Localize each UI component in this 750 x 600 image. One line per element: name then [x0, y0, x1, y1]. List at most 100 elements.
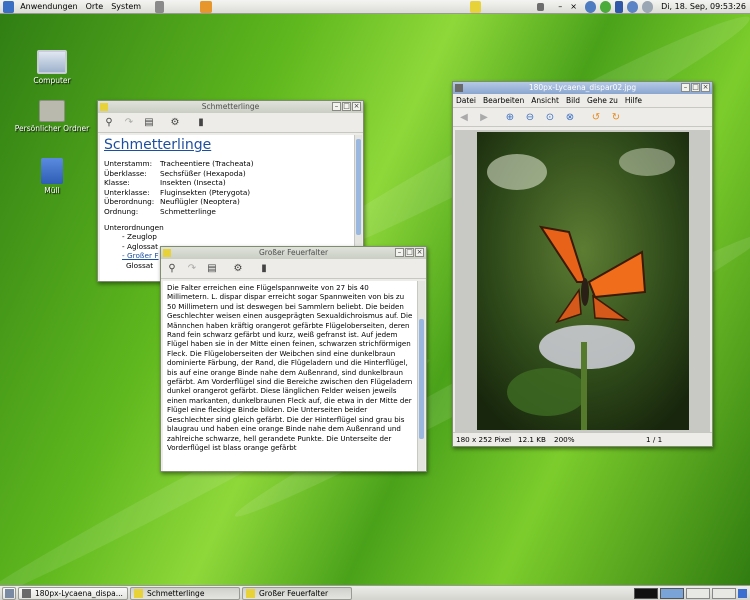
- clock[interactable]: Di, 18. Sep, 09:53:26: [657, 0, 750, 14]
- maximize-button[interactable]: □: [342, 102, 351, 111]
- sync-icon[interactable]: [626, 0, 638, 13]
- menu-bearbeiten[interactable]: Bearbeiten: [483, 96, 524, 105]
- task-label: 180px-Lycaena_dispa...: [35, 588, 123, 598]
- redo-icon[interactable]: ↷: [122, 116, 136, 130]
- task-label: Großer Feuerfalter: [259, 588, 329, 598]
- notes-icon: [134, 588, 143, 598]
- minimize-button[interactable]: –: [332, 102, 341, 111]
- attach-icon[interactable]: ⚙: [168, 116, 182, 130]
- taxonomy-row: Klasse: Insekten (Insecta): [104, 178, 358, 188]
- workspace-switcher-1[interactable]: [634, 587, 658, 599]
- launcher-icon[interactable]: [200, 0, 212, 13]
- titlebar[interactable]: Großer Feuerfalter – □ ×: [161, 247, 426, 259]
- update-icon[interactable]: [600, 0, 612, 13]
- minimize-button[interactable]: –: [395, 248, 404, 257]
- statusbar: 180 x 252 Pixel 12.1 KB 200% 1 / 1: [453, 432, 712, 446]
- bottom-panel: 180px-Lycaena_dispa... Schmetterlinge Gr…: [0, 585, 750, 600]
- scrollbar[interactable]: [417, 281, 425, 471]
- toolbar: ◀ ▶ ⊕ ⊖ ⊙ ⊗ ↺ ↻: [453, 107, 712, 127]
- note-text[interactable]: Die Falter erreichen eine Flügelspannwei…: [163, 281, 417, 454]
- notes-icon[interactable]: [469, 0, 481, 13]
- network-icon[interactable]: [584, 0, 597, 13]
- maximize-button[interactable]: □: [691, 83, 700, 92]
- bluetooth-icon[interactable]: [615, 0, 623, 13]
- search-icon[interactable]: ⚲: [102, 116, 116, 130]
- redo-icon[interactable]: ↷: [185, 262, 199, 276]
- window-image-viewer[interactable]: 180px-Lycaena_dispar02.jpg – □ × Datei B…: [452, 81, 713, 447]
- image-canvas[interactable]: [455, 130, 710, 432]
- note-content[interactable]: Die Falter erreichen eine Flügelspannwei…: [163, 281, 425, 471]
- gnome-foot-icon[interactable]: [3, 0, 15, 13]
- desktop-icon-home[interactable]: Persönlicher Ordner: [7, 100, 97, 133]
- weather-icon[interactable]: [641, 0, 654, 13]
- desktop-icon-label: Müll: [44, 186, 60, 195]
- taxonomy-value: Sechsfüßer (Hexapoda): [160, 168, 246, 178]
- window-feuerfalter[interactable]: Großer Feuerfalter – □ × ⚲ ↷ ▤ ⚙ ▮ Die F…: [160, 246, 427, 472]
- zoom-normal-icon[interactable]: ⊙: [543, 110, 557, 124]
- minimize-button[interactable]: –: [681, 83, 690, 92]
- home-folder-icon: [39, 100, 65, 122]
- desktop-icon-trash[interactable]: Müll: [7, 158, 97, 195]
- taxonomy-value: Tracheentiere (Tracheata): [160, 159, 254, 168]
- notes-icon: [246, 588, 255, 598]
- zoom-in-icon[interactable]: ⊕: [503, 110, 517, 124]
- show-desktop-icon[interactable]: [536, 2, 545, 11]
- trash-icon[interactable]: [738, 588, 747, 598]
- menu-applications[interactable]: Anwendungen: [16, 0, 81, 14]
- menu-bild[interactable]: Bild: [566, 96, 580, 105]
- scroll-thumb[interactable]: [419, 319, 424, 439]
- menu-system[interactable]: System: [107, 0, 145, 14]
- text-style-icon[interactable]: ▤: [205, 262, 219, 276]
- menu-datei[interactable]: Datei: [456, 96, 476, 105]
- image-file-icon: [22, 588, 31, 598]
- back-icon[interactable]: ◀: [457, 110, 471, 124]
- butterfly-photo: [477, 132, 689, 430]
- desktop-icon-label: Persönlicher Ordner: [14, 124, 90, 133]
- taxonomy-value: Insekten (Insecta): [160, 178, 226, 187]
- forward-icon[interactable]: ▶: [477, 110, 491, 124]
- delete-icon[interactable]: ▮: [194, 116, 208, 130]
- scroll-thumb[interactable]: [356, 139, 361, 235]
- close-button[interactable]: ×: [352, 102, 361, 111]
- menu-ansicht[interactable]: Ansicht: [531, 96, 559, 105]
- rotate-right-icon[interactable]: ↻: [609, 110, 623, 124]
- task-image-viewer[interactable]: 180px-Lycaena_dispa...: [18, 586, 128, 600]
- workspace-switcher-2[interactable]: [660, 587, 684, 599]
- menu-hilfe[interactable]: Hilfe: [625, 96, 642, 105]
- taxonomy-key: Klasse:: [104, 178, 130, 187]
- taxonomy-row: Unterklasse: Fluginsekten (Pterygota): [104, 188, 358, 198]
- workspace-switcher-4[interactable]: [712, 587, 736, 599]
- zoom-out-icon[interactable]: ⊖: [523, 110, 537, 124]
- trash-icon: [41, 158, 63, 184]
- menu-places[interactable]: Orte: [82, 0, 108, 14]
- desktop-icon: [4, 588, 14, 598]
- show-desktop-button[interactable]: [2, 586, 16, 600]
- menubar: Datei Bearbeiten Ansicht Bild Gehe zu Hi…: [453, 94, 712, 107]
- attach-icon[interactable]: ⚙: [231, 262, 245, 276]
- close-button[interactable]: ×: [415, 248, 424, 257]
- zoom-fit-icon[interactable]: ⊗: [563, 110, 577, 124]
- delete-icon[interactable]: ▮: [257, 262, 271, 276]
- subgroup-heading: Unterordnungen: [104, 223, 164, 232]
- task-schmetterlinge[interactable]: Schmetterlinge: [130, 586, 240, 600]
- taxonomy-value: Fluginsekten (Pterygota): [160, 187, 251, 197]
- article-title[interactable]: Schmetterlinge: [100, 135, 362, 153]
- taxonomy-row: Ordnung: Schmetterlinge: [104, 207, 358, 217]
- task-label: Schmetterlinge: [147, 588, 205, 598]
- taxonomy-value: Neuflügler (Neoptera): [160, 197, 240, 206]
- desktop-icon-computer[interactable]: Computer: [7, 50, 97, 85]
- maximize-button[interactable]: □: [405, 248, 414, 257]
- close-button[interactable]: ×: [701, 83, 710, 92]
- menu-gehe-zu[interactable]: Gehe zu: [587, 96, 618, 105]
- workspace-switcher-3[interactable]: [686, 587, 710, 599]
- search-icon[interactable]: ⚲: [165, 262, 179, 276]
- titlebar[interactable]: Schmetterlinge – □ ×: [98, 101, 363, 113]
- rotate-left-icon[interactable]: ↺: [589, 110, 603, 124]
- task-feuerfalter[interactable]: Großer Feuerfalter: [242, 586, 352, 600]
- top-panel: Anwendungen Orte System – × Di, 18. Sep,…: [0, 0, 750, 14]
- panel-close-icon[interactable]: ×: [566, 0, 581, 14]
- titlebar[interactable]: 180px-Lycaena_dispar02.jpg – □ ×: [453, 82, 712, 94]
- subgroup-item: - Zeuglop: [122, 232, 157, 241]
- volume-icon[interactable]: [155, 0, 165, 13]
- text-style-icon[interactable]: ▤: [142, 116, 156, 130]
